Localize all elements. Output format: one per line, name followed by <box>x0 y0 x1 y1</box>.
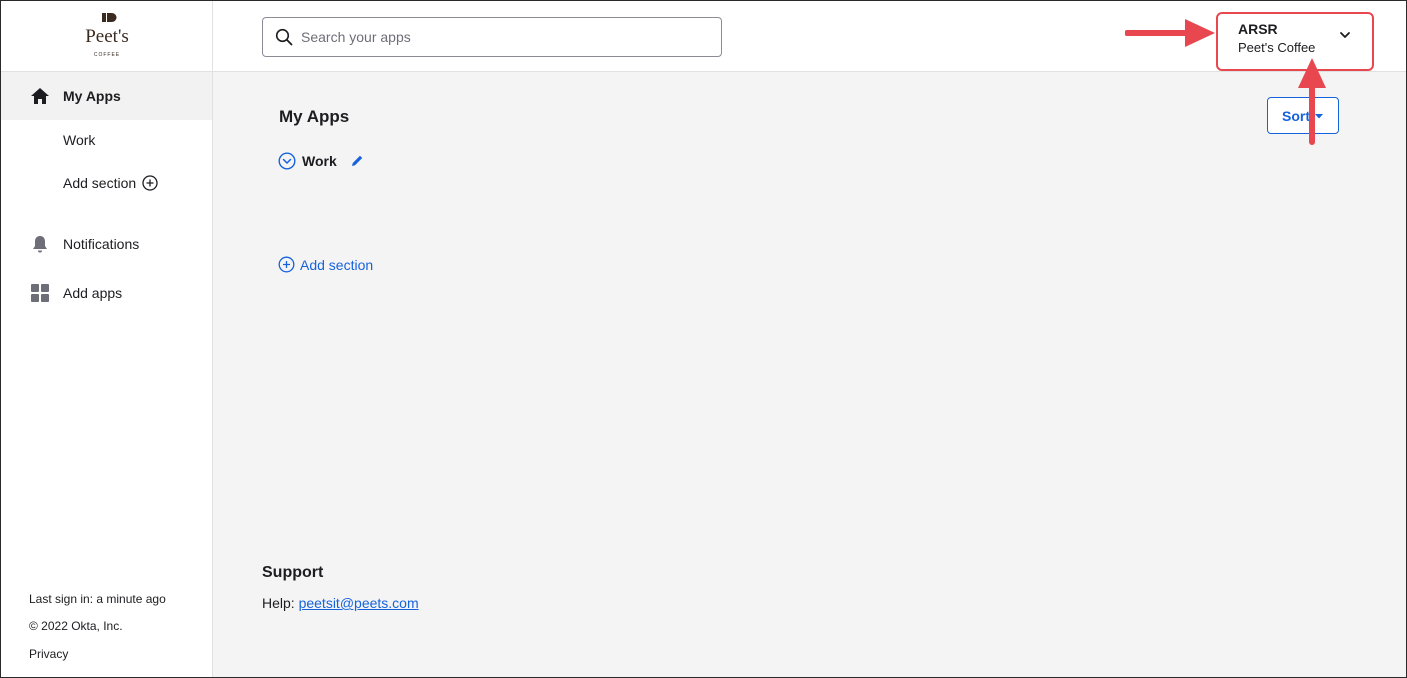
section-header-work: Work <box>278 152 365 170</box>
search-box[interactable] <box>262 17 722 57</box>
sidebar-item-add-section[interactable]: Add section <box>63 175 158 191</box>
last-sign-in-text: Last sign in: a minute ago <box>29 592 166 606</box>
sidebar-item-notifications[interactable]: Notifications <box>1 220 212 268</box>
add-section-link[interactable]: Add section <box>278 256 373 273</box>
peets-logo-icon: Peet's COFFEE <box>85 13 129 58</box>
add-section-label: Add section <box>300 256 374 273</box>
user-org: Peet's Coffee <box>1238 40 1316 55</box>
svg-text:Peet's: Peet's <box>85 26 129 47</box>
sidebar: Peet's COFFEE My Apps Work Add section N… <box>1 1 213 677</box>
annotation-arrow-right-icon <box>1125 19 1215 47</box>
sidebar-item-add-apps[interactable]: Add apps <box>1 269 212 317</box>
section-name: Work <box>302 153 337 169</box>
plus-circle-icon <box>278 256 295 273</box>
sidebar-item-label: Add section <box>63 175 137 191</box>
grid-icon <box>31 284 49 302</box>
page-title: My Apps <box>279 107 350 126</box>
app-frame: Peet's COFFEE My Apps Work Add section N… <box>0 0 1407 678</box>
sidebar-item-label: Add apps <box>63 285 123 301</box>
support-heading: Support <box>262 564 324 581</box>
sidebar-item-label: Notifications <box>63 236 140 252</box>
sidebar-item-work[interactable]: Work <box>63 132 95 148</box>
main-content: My Apps Sort Work Add section Support He… <box>213 72 1406 677</box>
collapse-chevron-icon[interactable] <box>278 152 296 170</box>
sidebar-item-my-apps[interactable]: My Apps <box>1 72 212 120</box>
chevron-down-icon <box>1340 32 1350 38</box>
help-email-link[interactable]: peetsit@peets.com <box>299 595 419 611</box>
privacy-link[interactable]: Privacy <box>29 647 68 661</box>
copyright-text: © 2022 Okta, Inc. <box>29 619 123 633</box>
sidebar-item-label: Work <box>63 132 96 148</box>
svg-text:COFFEE: COFFEE <box>94 52 120 58</box>
help-line: Help: peetsit@peets.com <box>262 595 419 611</box>
top-bar: ARSR Peet's Coffee <box>213 1 1406 72</box>
annotation-arrow-up-icon <box>1298 58 1326 145</box>
bell-icon <box>33 236 47 253</box>
peets-logo[interactable]: Peet's COFFEE <box>1 1 212 72</box>
help-label: Help: <box>262 595 295 611</box>
search-input[interactable] <box>299 24 703 50</box>
plus-circle-icon <box>142 175 158 191</box>
search-icon <box>275 28 293 46</box>
home-icon <box>31 88 49 104</box>
sidebar-item-label: My Apps <box>63 88 121 104</box>
pencil-edit-icon[interactable] <box>349 153 365 169</box>
user-name: ARSR <box>1238 21 1278 37</box>
